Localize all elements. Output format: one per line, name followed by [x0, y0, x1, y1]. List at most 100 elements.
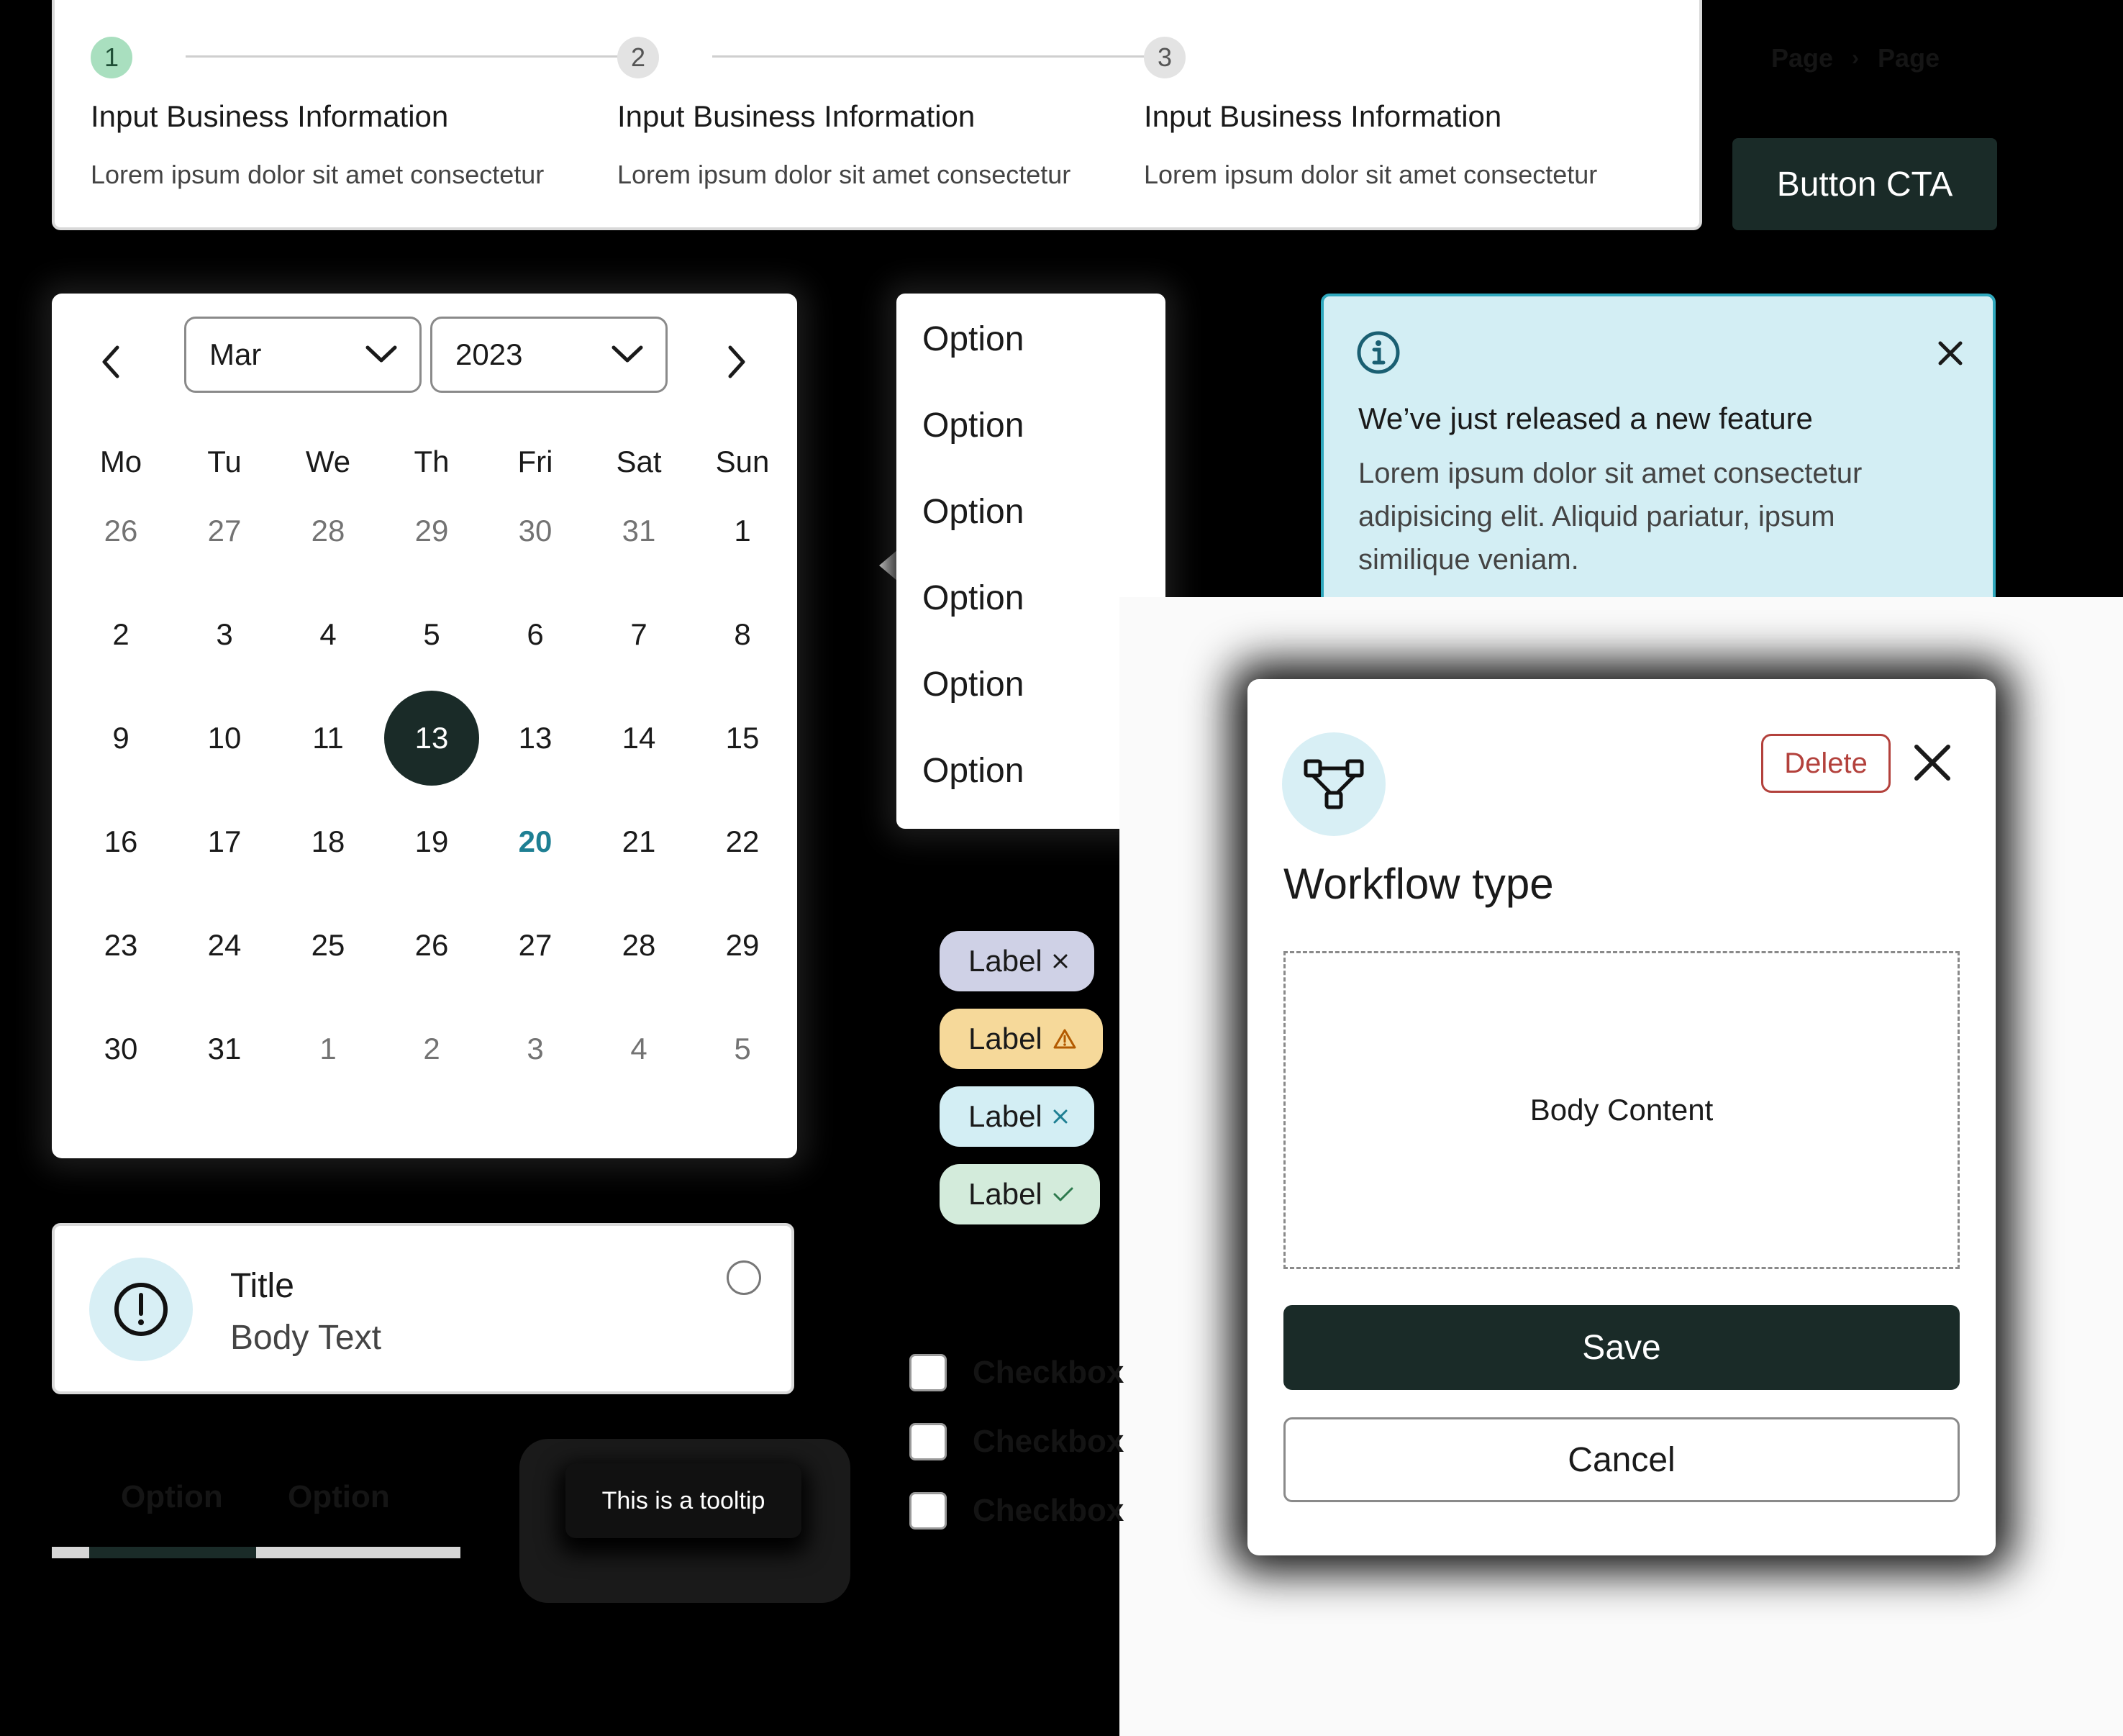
- calendar-day[interactable]: 22: [695, 794, 790, 889]
- calendar-day[interactable]: 16: [73, 794, 168, 889]
- checkbox-item[interactable]: Checkbox: [909, 1423, 1124, 1460]
- menu-option[interactable]: Option: [922, 751, 1024, 791]
- calendar-day[interactable]: 28: [281, 483, 376, 578]
- breadcrumb-item[interactable]: Page: [1771, 43, 1833, 73]
- warning-icon: [1053, 1029, 1076, 1049]
- calendar-day[interactable]: 31: [591, 483, 686, 578]
- tag-warning[interactable]: Label: [940, 1009, 1103, 1069]
- month-value: Mar: [209, 337, 262, 371]
- calendar-day[interactable]: 13: [384, 691, 479, 786]
- tag-label: Label: [968, 1177, 1042, 1211]
- calendar-day[interactable]: 28: [591, 898, 686, 993]
- calendar-day[interactable]: 20: [488, 794, 583, 889]
- calendar-day[interactable]: 13: [488, 691, 583, 786]
- checkbox[interactable]: [909, 1423, 947, 1460]
- cta-button[interactable]: Button CTA: [1732, 138, 1997, 230]
- year-select[interactable]: 2023: [430, 317, 668, 393]
- checkbox[interactable]: [909, 1492, 947, 1530]
- calendar-day[interactable]: 3: [177, 587, 272, 682]
- menu-option[interactable]: Option: [922, 578, 1024, 618]
- check-icon: [1053, 1187, 1073, 1201]
- calendar-day[interactable]: 6: [488, 587, 583, 682]
- save-button[interactable]: Save: [1283, 1305, 1960, 1390]
- weekday-label: Th: [414, 445, 450, 478]
- chevron-down-icon: [612, 345, 643, 363]
- calendar-day[interactable]: 23: [73, 898, 168, 993]
- weekday-label: Sun: [715, 445, 770, 478]
- close-icon[interactable]: [1053, 953, 1068, 969]
- calendar-day[interactable]: 31: [177, 1001, 272, 1096]
- calendar-day[interactable]: 10: [177, 691, 272, 786]
- calendar-day[interactable]: 24: [177, 898, 272, 993]
- checkbox-label: Checkbox: [973, 1355, 1124, 1390]
- tag-dismissible[interactable]: Label: [940, 931, 1094, 991]
- calendar-day[interactable]: 17: [177, 794, 272, 889]
- step-indicator-3[interactable]: 3: [1144, 37, 1186, 78]
- close-icon: [1914, 745, 1950, 781]
- checkbox[interactable]: [909, 1354, 947, 1391]
- menu-option[interactable]: Option: [922, 319, 1024, 359]
- close-button[interactable]: [1909, 740, 1955, 786]
- calendar-day[interactable]: 30: [488, 483, 583, 578]
- month-select[interactable]: Mar: [184, 317, 422, 393]
- tag-success[interactable]: Label: [940, 1164, 1100, 1224]
- calendar-day[interactable]: 9: [73, 691, 168, 786]
- info-alert: We’ve just released a new feature Lorem …: [1321, 294, 1996, 614]
- tab-option-1[interactable]: Option: [121, 1479, 223, 1515]
- calendar-day[interactable]: 15: [695, 691, 790, 786]
- calendar-day[interactable]: 18: [281, 794, 376, 889]
- calendar-day[interactable]: 5: [695, 1001, 790, 1096]
- calendar-day[interactable]: 21: [591, 794, 686, 889]
- tab-option-2[interactable]: Option: [288, 1479, 390, 1515]
- date-picker: Mar 2023 Mo Tu We Th Fri Sat Sun 26 27 28 29 30 31 1…: [52, 294, 797, 1158]
- prev-month-button[interactable]: [89, 333, 132, 391]
- step-description-2: Lorem ipsum dolor sit amet consectetur: [617, 160, 1071, 189]
- calendar-day[interactable]: 27: [177, 483, 272, 578]
- card-radio[interactable]: [727, 1260, 761, 1295]
- calendar-day[interactable]: 26: [384, 898, 479, 993]
- next-month-button[interactable]: [715, 333, 758, 391]
- calendar-day[interactable]: 5: [384, 587, 479, 682]
- body-content-slot: Body Content: [1283, 951, 1960, 1269]
- close-icon[interactable]: [1937, 340, 1964, 367]
- calendar-day[interactable]: 1: [695, 483, 790, 578]
- calendar-day[interactable]: 29: [384, 483, 479, 578]
- calendar-day[interactable]: 30: [73, 1001, 168, 1096]
- close-icon[interactable]: [1053, 1109, 1068, 1124]
- workflow-modal: Delete Workflow type Body Content Save C…: [1247, 679, 1996, 1555]
- calendar-day[interactable]: 14: [591, 691, 686, 786]
- calendar-day[interactable]: 2: [384, 1001, 479, 1096]
- calendar-day[interactable]: 3: [488, 1001, 583, 1096]
- calendar-day[interactable]: 7: [591, 587, 686, 682]
- calendar-day[interactable]: 4: [281, 587, 376, 682]
- calendar-day[interactable]: 27: [488, 898, 583, 993]
- calendar-day[interactable]: 11: [281, 691, 376, 786]
- calendar-day[interactable]: 1: [281, 1001, 376, 1096]
- breadcrumb-separator-icon: ›: [1852, 46, 1860, 70]
- step-indicator-1[interactable]: 1: [91, 37, 132, 78]
- breadcrumb-item[interactable]: Page: [1878, 43, 1940, 73]
- card-body: Body Text: [230, 1319, 381, 1357]
- menu-pointer: [879, 550, 898, 581]
- tag-info-dismissible[interactable]: Label: [940, 1086, 1094, 1147]
- calendar-day[interactable]: 2: [73, 587, 168, 682]
- calendar-day[interactable]: 19: [384, 794, 479, 889]
- cancel-button[interactable]: Cancel: [1283, 1417, 1960, 1502]
- checkbox-item[interactable]: Checkbox: [909, 1354, 1124, 1391]
- step-indicator-2[interactable]: 2: [617, 37, 659, 78]
- menu-option[interactable]: Option: [922, 406, 1024, 445]
- calendar-day[interactable]: 29: [695, 898, 790, 993]
- alert-body: Lorem ipsum dolor sit amet consectetur a…: [1358, 458, 1863, 576]
- menu-option[interactable]: Option: [922, 492, 1024, 532]
- tag-label: Label: [968, 944, 1042, 978]
- calendar-day[interactable]: 8: [695, 587, 790, 682]
- selectable-card[interactable]: Title Body Text: [52, 1223, 794, 1394]
- menu-option[interactable]: Option: [922, 665, 1024, 704]
- calendar-day[interactable]: 25: [281, 898, 376, 993]
- calendar-day[interactable]: 4: [591, 1001, 686, 1096]
- step-description-1: Lorem ipsum dolor sit amet consectetur: [91, 160, 545, 189]
- checkbox-item[interactable]: Checkbox: [909, 1492, 1124, 1530]
- calendar-day[interactable]: 26: [73, 483, 168, 578]
- chevron-down-icon: [365, 345, 397, 363]
- delete-button[interactable]: Delete: [1761, 734, 1891, 793]
